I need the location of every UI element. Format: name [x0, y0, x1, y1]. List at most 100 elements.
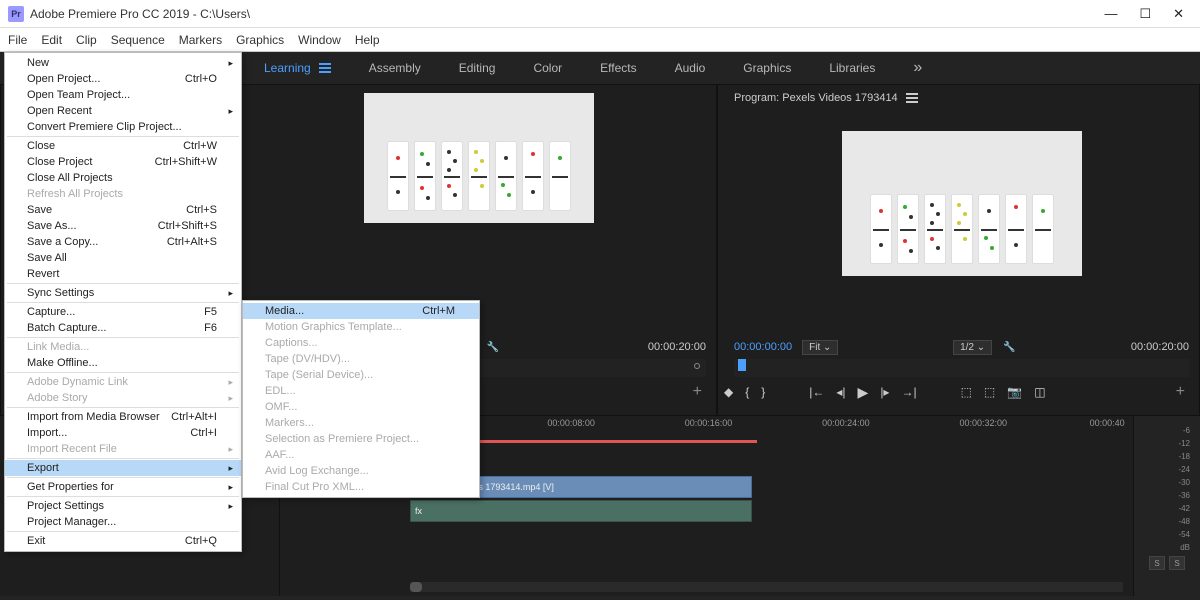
meter-tick: -36: [1178, 491, 1190, 500]
submenu-item-omf: OMF...: [243, 399, 479, 415]
menu-item-revert[interactable]: Revert: [5, 266, 241, 282]
program-preview[interactable]: [842, 131, 1082, 276]
menu-help[interactable]: Help: [355, 33, 380, 47]
menu-item-close[interactable]: CloseCtrl+W: [5, 138, 241, 154]
menu-item-link-media: Link Media...: [5, 339, 241, 355]
menu-sequence[interactable]: Sequence: [111, 33, 165, 47]
menu-item-adobe-story: Adobe Story▸: [5, 390, 241, 406]
menu-item-convert-premiere-clip-project[interactable]: Convert Premiere Clip Project...: [5, 119, 241, 135]
meter-tick: -18: [1178, 452, 1190, 461]
audio-track[interactable]: fx: [410, 500, 1123, 522]
menubar: File Edit Clip Sequence Markers Graphics…: [0, 28, 1200, 52]
menu-item-save-all[interactable]: Save All: [5, 250, 241, 266]
workspace-learning[interactable]: Learning: [250, 55, 345, 81]
minimize-button[interactable]: —: [1104, 6, 1117, 22]
menu-item-get-properties-for[interactable]: Get Properties for▸: [5, 479, 241, 495]
menu-item-export[interactable]: Export▸: [5, 460, 241, 476]
workspace-audio[interactable]: Audio: [661, 55, 720, 81]
video-track[interactable]: fxPexels Videos 1793414.mp4 [V]: [410, 476, 1123, 498]
menu-item-open-recent[interactable]: Open Recent▸: [5, 103, 241, 119]
step-fwd-icon[interactable]: |▸: [880, 385, 889, 399]
program-timecode-in[interactable]: 00:00:00:00: [734, 341, 792, 353]
menu-item-save-a-copy[interactable]: Save a Copy...Ctrl+Alt+S: [5, 234, 241, 250]
time-tick: 00:00:40: [1090, 418, 1125, 428]
program-add-button[interactable]: +: [1176, 383, 1199, 401]
fx-badge-icon: fx: [415, 506, 422, 516]
menu-item-import[interactable]: Import...Ctrl+I: [5, 425, 241, 441]
submenu-item-markers: Markers...: [243, 415, 479, 431]
menu-item-make-offline[interactable]: Make Offline...: [5, 355, 241, 371]
program-scrubber[interactable]: [734, 359, 1189, 377]
submenu-arrow-icon: ▸: [228, 482, 233, 493]
solo-left-button[interactable]: S: [1149, 556, 1165, 570]
program-settings-icon[interactable]: 🔧: [1002, 340, 1016, 354]
menu-item-close-all-projects[interactable]: Close All Projects: [5, 170, 241, 186]
submenu-item-media[interactable]: Media...Ctrl+M: [243, 303, 479, 319]
submenu-item-avid-log-exchange: Avid Log Exchange...: [243, 463, 479, 479]
meter-tick: -54: [1178, 530, 1190, 539]
source-preview[interactable]: [364, 93, 594, 223]
menu-graphics[interactable]: Graphics: [236, 33, 284, 47]
menu-item-close-project[interactable]: Close ProjectCtrl+Shift+W: [5, 154, 241, 170]
workspace-graphics[interactable]: Graphics: [729, 55, 805, 81]
goto-out-icon[interactable]: →|: [901, 385, 916, 399]
submenu-arrow-icon: ▸: [228, 58, 233, 69]
menu-item-open-project[interactable]: Open Project...Ctrl+O: [5, 71, 241, 87]
timeline-scrollbar[interactable]: [410, 582, 1123, 592]
out-point-icon[interactable]: }: [761, 385, 765, 399]
menu-file[interactable]: File: [8, 33, 27, 47]
menu-item-exit[interactable]: ExitCtrl+Q: [5, 533, 241, 549]
solo-right-button[interactable]: S: [1169, 556, 1185, 570]
submenu-arrow-icon: ▸: [228, 463, 233, 474]
maximize-button[interactable]: ☐: [1139, 6, 1151, 22]
menu-markers[interactable]: Markers: [179, 33, 222, 47]
marker-icon[interactable]: ◆: [724, 385, 733, 399]
close-button[interactable]: ✕: [1173, 6, 1184, 22]
workspace-assembly[interactable]: Assembly: [355, 55, 435, 81]
app-icon: Pr: [8, 6, 24, 22]
source-settings-icon[interactable]: 🔧: [486, 340, 500, 354]
menu-item-import-from-media-browser[interactable]: Import from Media BrowserCtrl+Alt+I: [5, 409, 241, 425]
menu-item-capture[interactable]: Capture...F5: [5, 304, 241, 320]
program-zoom-select[interactable]: 1/2 ⌄: [953, 340, 992, 355]
menu-item-save-as[interactable]: Save As...Ctrl+Shift+S: [5, 218, 241, 234]
workspace-overflow[interactable]: »: [899, 53, 936, 83]
menu-item-open-team-project[interactable]: Open Team Project...: [5, 87, 241, 103]
workspace-color[interactable]: Color: [519, 55, 576, 81]
time-tick: 00:00:24:00: [822, 418, 870, 428]
menu-item-project-manager[interactable]: Project Manager...: [5, 514, 241, 530]
step-back-icon[interactable]: ◂|: [836, 385, 845, 399]
lift-icon[interactable]: ⬚: [961, 385, 972, 399]
goto-in-icon[interactable]: |←: [809, 385, 824, 399]
program-panel-menu-icon[interactable]: [906, 97, 918, 99]
submenu-item-aaf: AAF...: [243, 447, 479, 463]
submenu-item-captions: Captions...: [243, 335, 479, 351]
menu-item-project-settings[interactable]: Project Settings▸: [5, 498, 241, 514]
play-button[interactable]: ▶: [858, 384, 869, 401]
workspace-libraries[interactable]: Libraries: [815, 55, 889, 81]
workspace-options-icon[interactable]: [319, 67, 331, 69]
file-menu-dropdown: New▸Open Project...Ctrl+OOpen Team Proje…: [4, 52, 242, 552]
workspace-effects[interactable]: Effects: [586, 55, 650, 81]
export-frame-icon[interactable]: 📷: [1007, 385, 1022, 399]
program-monitor: Program: Pexels Videos 1793414 00:00:00:…: [717, 84, 1200, 416]
program-fit-select[interactable]: Fit ⌄: [802, 340, 838, 355]
comparison-icon[interactable]: ◫: [1034, 385, 1045, 399]
program-timecode-out: 00:00:20:00: [1131, 341, 1189, 353]
submenu-item-edl: EDL...: [243, 383, 479, 399]
menu-item-save[interactable]: SaveCtrl+S: [5, 202, 241, 218]
extract-icon[interactable]: ⬚: [984, 385, 995, 399]
menu-item-sync-settings[interactable]: Sync Settings▸: [5, 285, 241, 301]
program-panel-title: Program: Pexels Videos 1793414: [734, 92, 898, 104]
source-add-button[interactable]: +: [693, 383, 716, 401]
workspace-editing[interactable]: Editing: [445, 55, 510, 81]
menu-window[interactable]: Window: [298, 33, 341, 47]
audio-clip[interactable]: fx: [410, 500, 752, 522]
in-point-icon[interactable]: {: [745, 385, 749, 399]
menu-item-new[interactable]: New▸: [5, 55, 241, 71]
menu-item-batch-capture[interactable]: Batch Capture...F6: [5, 320, 241, 336]
window-title: Adobe Premiere Pro CC 2019 - C:\Users\: [30, 7, 250, 21]
audio-meters-panel: -6 -12 -18 -24 -30 -36 -42 -48 -54 dB S …: [1134, 416, 1200, 596]
menu-clip[interactable]: Clip: [76, 33, 97, 47]
menu-edit[interactable]: Edit: [41, 33, 62, 47]
